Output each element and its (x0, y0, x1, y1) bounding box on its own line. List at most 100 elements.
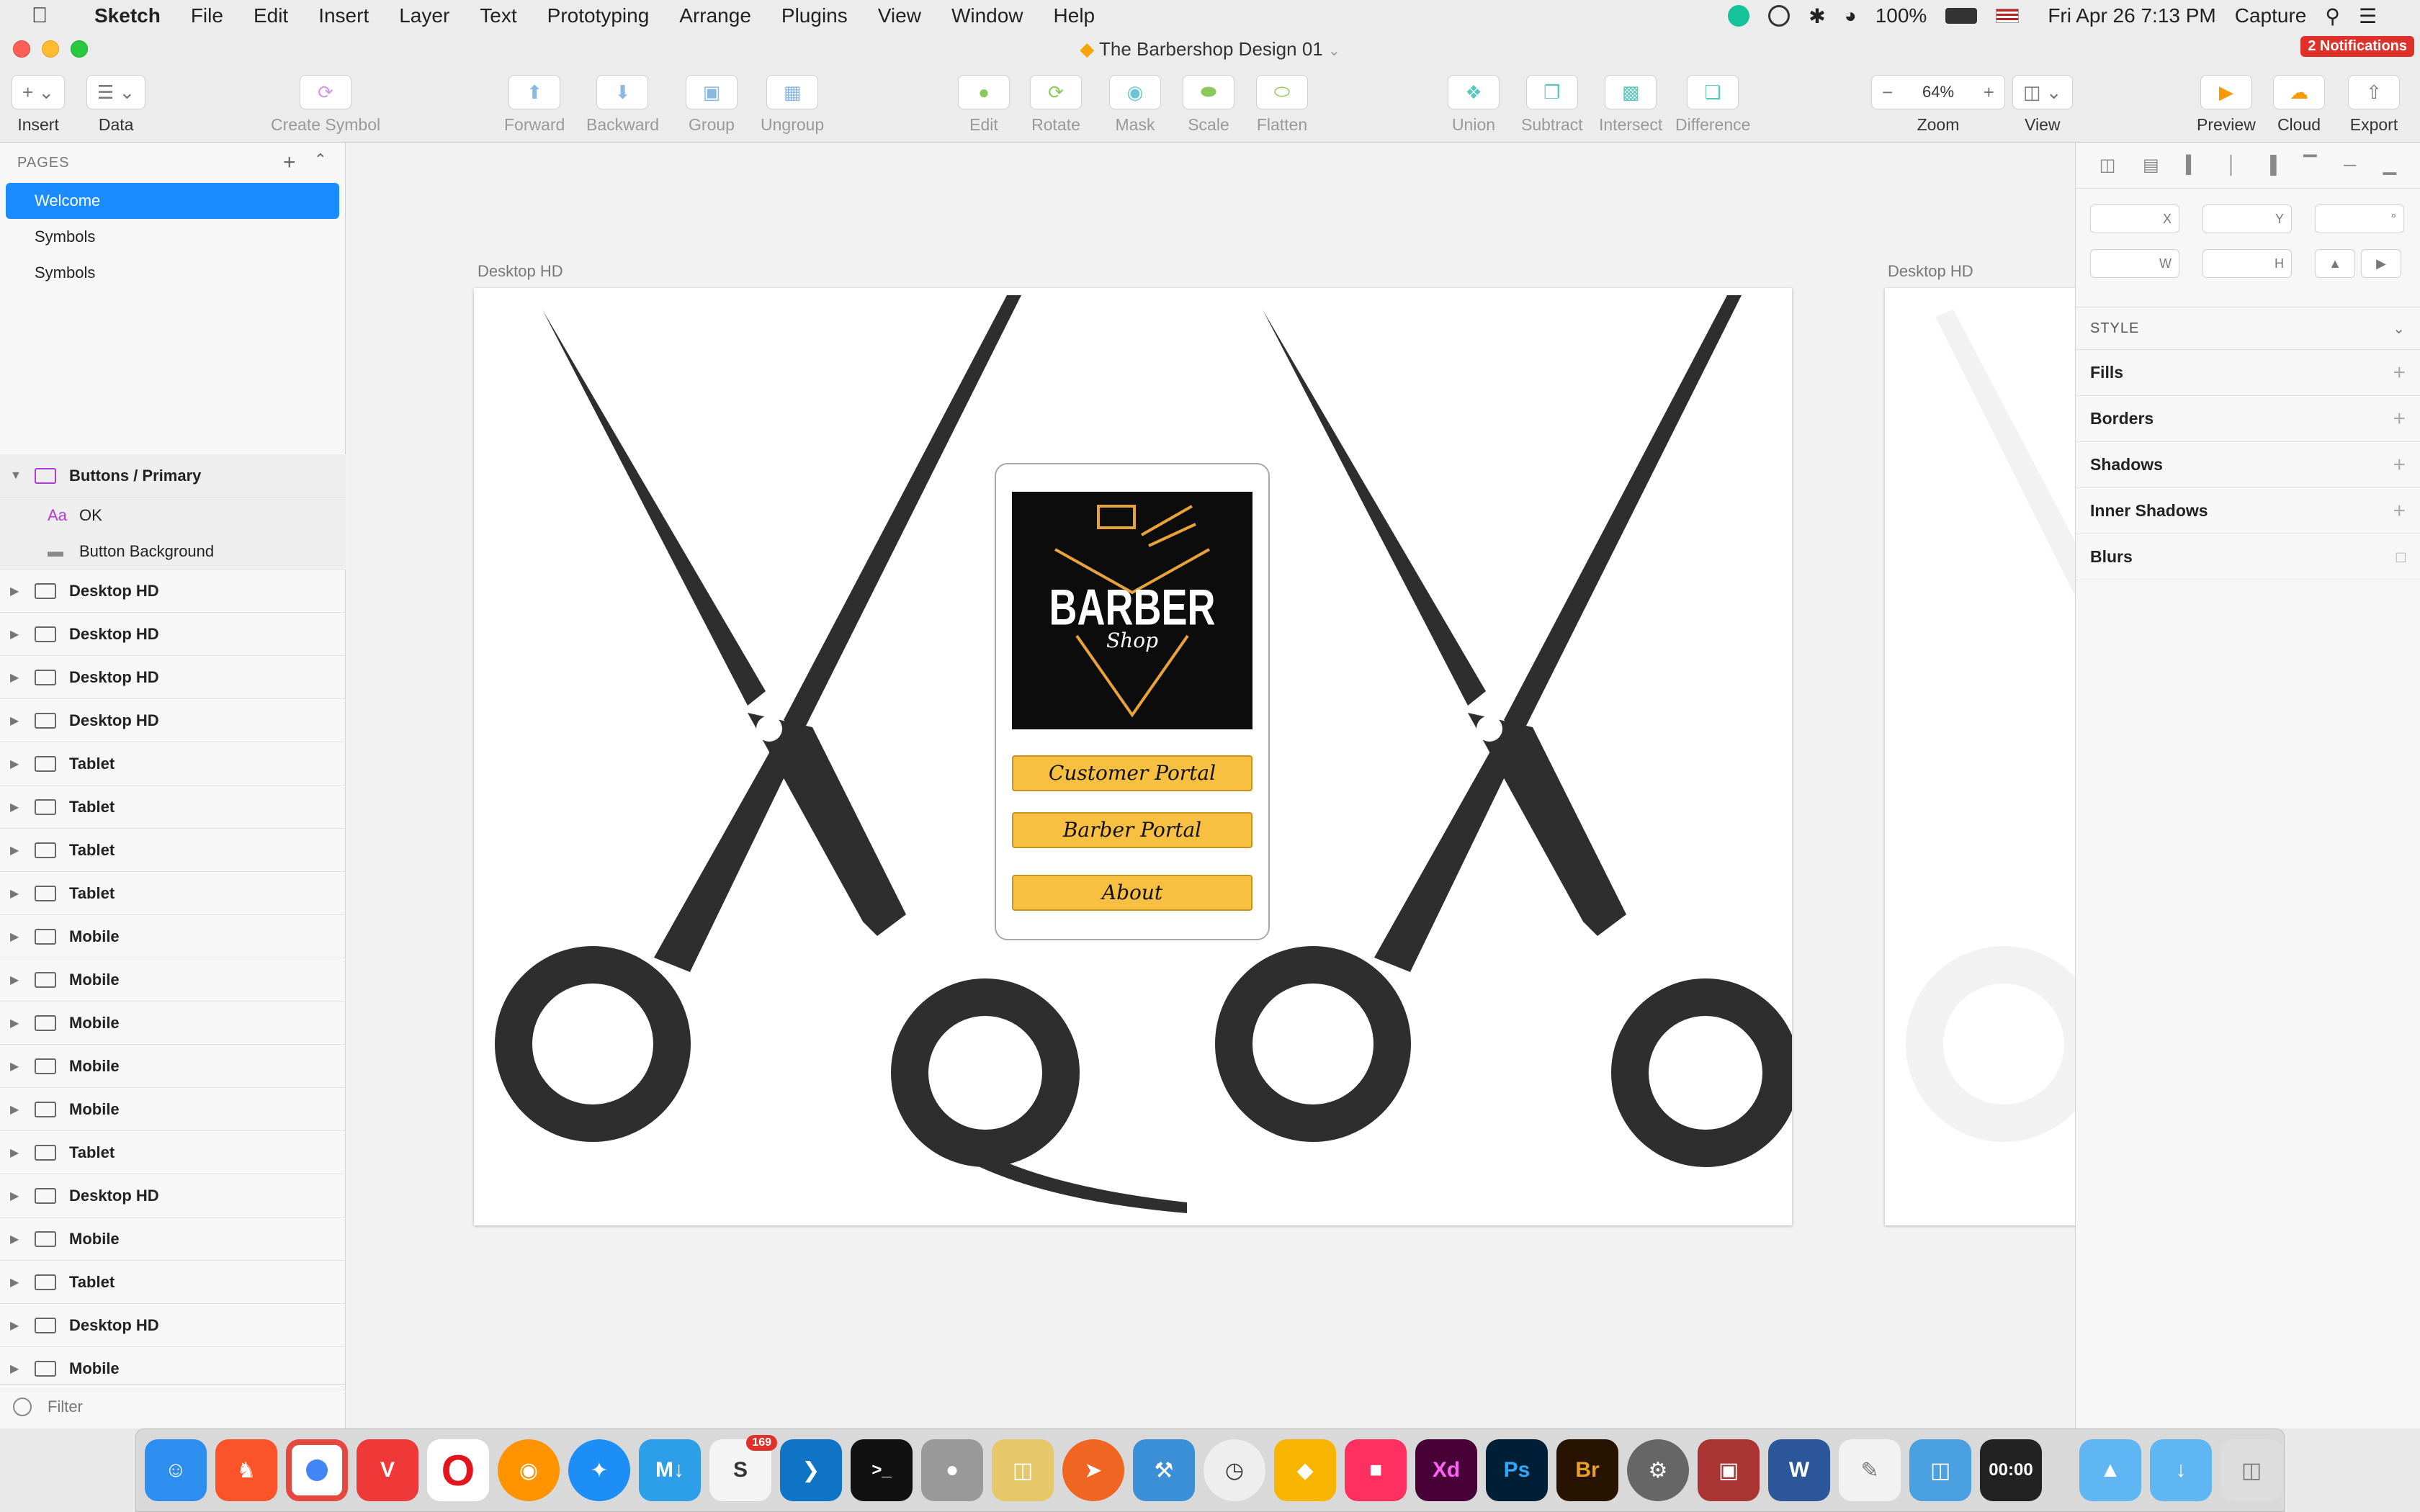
artboard-desktop-hd-2[interactable] (1885, 288, 2075, 1225)
disclosure-closed-icon[interactable]: ▶ (10, 627, 27, 642)
firefox-icon[interactable]: ◉ (498, 1439, 560, 1501)
align-left-icon[interactable]: ▍ (2186, 155, 2199, 176)
page-welcome[interactable]: Welcome (6, 183, 339, 219)
disclosure-closed-icon[interactable]: ▶ (10, 800, 27, 814)
intersect-tool[interactable]: ▩ Intersect (1599, 75, 1662, 135)
disclosure-closed-icon[interactable]: ▶ (10, 1146, 27, 1160)
menu-text[interactable]: Text (465, 4, 532, 27)
create-symbol-tool[interactable]: ⟳ Create Symbol (271, 75, 380, 135)
time-machine-icon[interactable]: ◷ (1204, 1439, 1265, 1501)
disclosure-open-icon[interactable]: ▼ (10, 469, 27, 482)
layer-artboard[interactable]: ▶ Desktop HD (0, 1304, 346, 1347)
disclosure-closed-icon[interactable]: ▶ (10, 1232, 27, 1246)
disclosure-closed-icon[interactable]: ▶ (10, 670, 27, 685)
page-symbols-2[interactable]: Symbols (6, 255, 339, 291)
apple-menu-icon[interactable]:  (0, 4, 79, 28)
union-tool[interactable]: ❖ Union (1448, 75, 1500, 135)
preview-tool[interactable]: ▶ Preview (2197, 75, 2256, 135)
align-middle-icon[interactable]: ─ (2344, 156, 2356, 176)
menu-edit[interactable]: Edit (238, 4, 303, 27)
layer-artboard[interactable]: ▶ Mobile (0, 915, 346, 958)
document-title[interactable]: ◆ The Barbershop Design 01 ⌄ (0, 38, 2420, 60)
chrome-icon[interactable] (286, 1439, 348, 1501)
align-top-icon[interactable]: ▔ (2303, 155, 2316, 176)
activity-monitor-icon[interactable]: 00:00 (1980, 1439, 2042, 1501)
textedit-icon[interactable]: ✎ (1839, 1439, 1901, 1501)
flatten-tool[interactable]: ⬭ Flatten (1256, 75, 1308, 135)
inner-shadows-section[interactable]: Inner Shadows + (2076, 488, 2420, 534)
layer-group-buttons-primary[interactable]: ▼ Buttons / Primary (0, 454, 346, 498)
markdown-icon[interactable]: M↓ (639, 1439, 701, 1501)
disclosure-closed-icon[interactable]: ▶ (10, 714, 27, 728)
layer-artboard[interactable]: ▶ Tablet (0, 1261, 346, 1304)
slack-icon[interactable]: S 169 (709, 1435, 777, 1501)
artboard-label[interactable]: Desktop HD (478, 262, 563, 281)
barber-portal-button[interactable]: Barber Portal (1012, 812, 1252, 848)
notification-center-icon[interactable]: ☰ (2359, 4, 2377, 28)
add-shadow-icon[interactable]: + (2393, 453, 2406, 477)
layer-artboard[interactable]: ▶ Tablet (0, 829, 346, 872)
rotate-tool[interactable]: ⟳ Rotate (1030, 75, 1082, 135)
mask-tool[interactable]: ◉ Mask (1109, 75, 1161, 135)
subtract-tool[interactable]: ❐ Subtract (1521, 75, 1583, 135)
safari-icon[interactable]: ✦ (568, 1439, 630, 1501)
zoom-in-icon[interactable]: + (1984, 81, 1994, 104)
difference-tool[interactable]: ❏ Difference (1675, 75, 1750, 135)
finder-icon[interactable]: ☺ (145, 1439, 207, 1501)
menu-prototyping[interactable]: Prototyping (532, 4, 665, 27)
shadows-section[interactable]: Shadows + (2076, 442, 2420, 488)
downloads-folder-icon[interactable]: ↓ (2150, 1439, 2212, 1501)
insert-tool[interactable]: + ⌄ Insert (12, 75, 66, 135)
filter-bar[interactable]: Filter (0, 1384, 346, 1428)
layer-artboard[interactable]: ▶ Mobile (0, 1002, 346, 1045)
disclosure-closed-icon[interactable]: ▶ (10, 886, 27, 901)
trash-icon[interactable]: ◫ (2220, 1439, 2282, 1501)
disclosure-closed-icon[interactable]: ▶ (10, 973, 27, 987)
y-field[interactable]: Y (2202, 204, 2292, 233)
disclosure-closed-icon[interactable]: ▶ (10, 930, 27, 944)
style-header[interactable]: STYLE ⌄ (2076, 307, 2420, 350)
bridge-icon[interactable]: Br (1556, 1439, 1618, 1501)
disclosure-closed-icon[interactable]: ▶ (10, 1362, 27, 1376)
layer-artboard[interactable]: ▶ Mobile (0, 1218, 346, 1261)
view-tool[interactable]: ◫ ⌄ View (2012, 75, 2073, 135)
distribute-vertical-icon[interactable]: ▤ (2143, 155, 2159, 176)
align-right-icon[interactable]: ▐ (2264, 156, 2277, 176)
layer-artboard[interactable]: ▶ Tablet (0, 786, 346, 829)
disclosure-closed-icon[interactable]: ▶ (10, 1059, 27, 1074)
tableplus-icon[interactable]: ● (921, 1439, 983, 1501)
disclosure-closed-icon[interactable]: ▶ (10, 1275, 27, 1290)
group-tool[interactable]: ▣ Group (686, 75, 738, 135)
disclosure-closed-icon[interactable]: ▶ (10, 1102, 27, 1117)
width-field[interactable]: W (2090, 249, 2179, 278)
edit-tool[interactable]: ● Edit (958, 75, 1010, 135)
flip-horizontal-icon[interactable]: ▲ (2315, 249, 2355, 278)
rotation-field[interactable]: ° (2315, 204, 2404, 233)
layer-text-ok[interactable]: Aa OK (0, 498, 346, 534)
keynote-icon[interactable]: ◫ (1909, 1439, 1971, 1501)
disclosure-closed-icon[interactable]: ▶ (10, 1189, 27, 1203)
layer-artboard[interactable]: ▶ Desktop HD (0, 613, 346, 656)
zoom-tool[interactable]: − 64% + Zoom (1871, 75, 2005, 135)
bluetooth-icon[interactable]: ✱ (1809, 4, 1825, 28)
disclosure-closed-icon[interactable]: ▶ (10, 1016, 27, 1030)
export-tool[interactable]: ⇧ Export (2348, 75, 2400, 135)
menu-sketch[interactable]: Sketch (79, 4, 176, 27)
applications-folder-icon[interactable]: ▲ (2079, 1439, 2141, 1501)
sketch-icon[interactable]: ◆ (1274, 1439, 1336, 1501)
layer-artboard[interactable]: ▶ Mobile (0, 958, 346, 1002)
clock-icon[interactable] (1768, 5, 1791, 27)
postman-icon[interactable]: ➤ (1062, 1439, 1124, 1501)
adobe-xd-icon[interactable]: Xd (1415, 1439, 1477, 1501)
artboard-desktop-hd[interactable]: BARBER Shop Customer Portal Barber Porta… (474, 288, 1792, 1225)
menu-window[interactable]: Window (936, 4, 1039, 27)
blurs-section[interactable]: Blurs □ (2076, 534, 2420, 580)
customer-portal-button[interactable]: Customer Portal (1012, 755, 1252, 791)
vivaldi-icon[interactable]: V (357, 1439, 418, 1501)
menu-file[interactable]: File (176, 4, 238, 27)
layer-artboard[interactable]: ▶ Desktop HD (0, 1174, 346, 1218)
battery-icon[interactable] (1945, 8, 1978, 24)
layer-artboard[interactable]: ▶ Mobile (0, 1045, 346, 1088)
menu-plugins[interactable]: Plugins (766, 4, 863, 27)
datetime[interactable]: Fri Apr 26 7:13 PM (2048, 4, 2215, 27)
